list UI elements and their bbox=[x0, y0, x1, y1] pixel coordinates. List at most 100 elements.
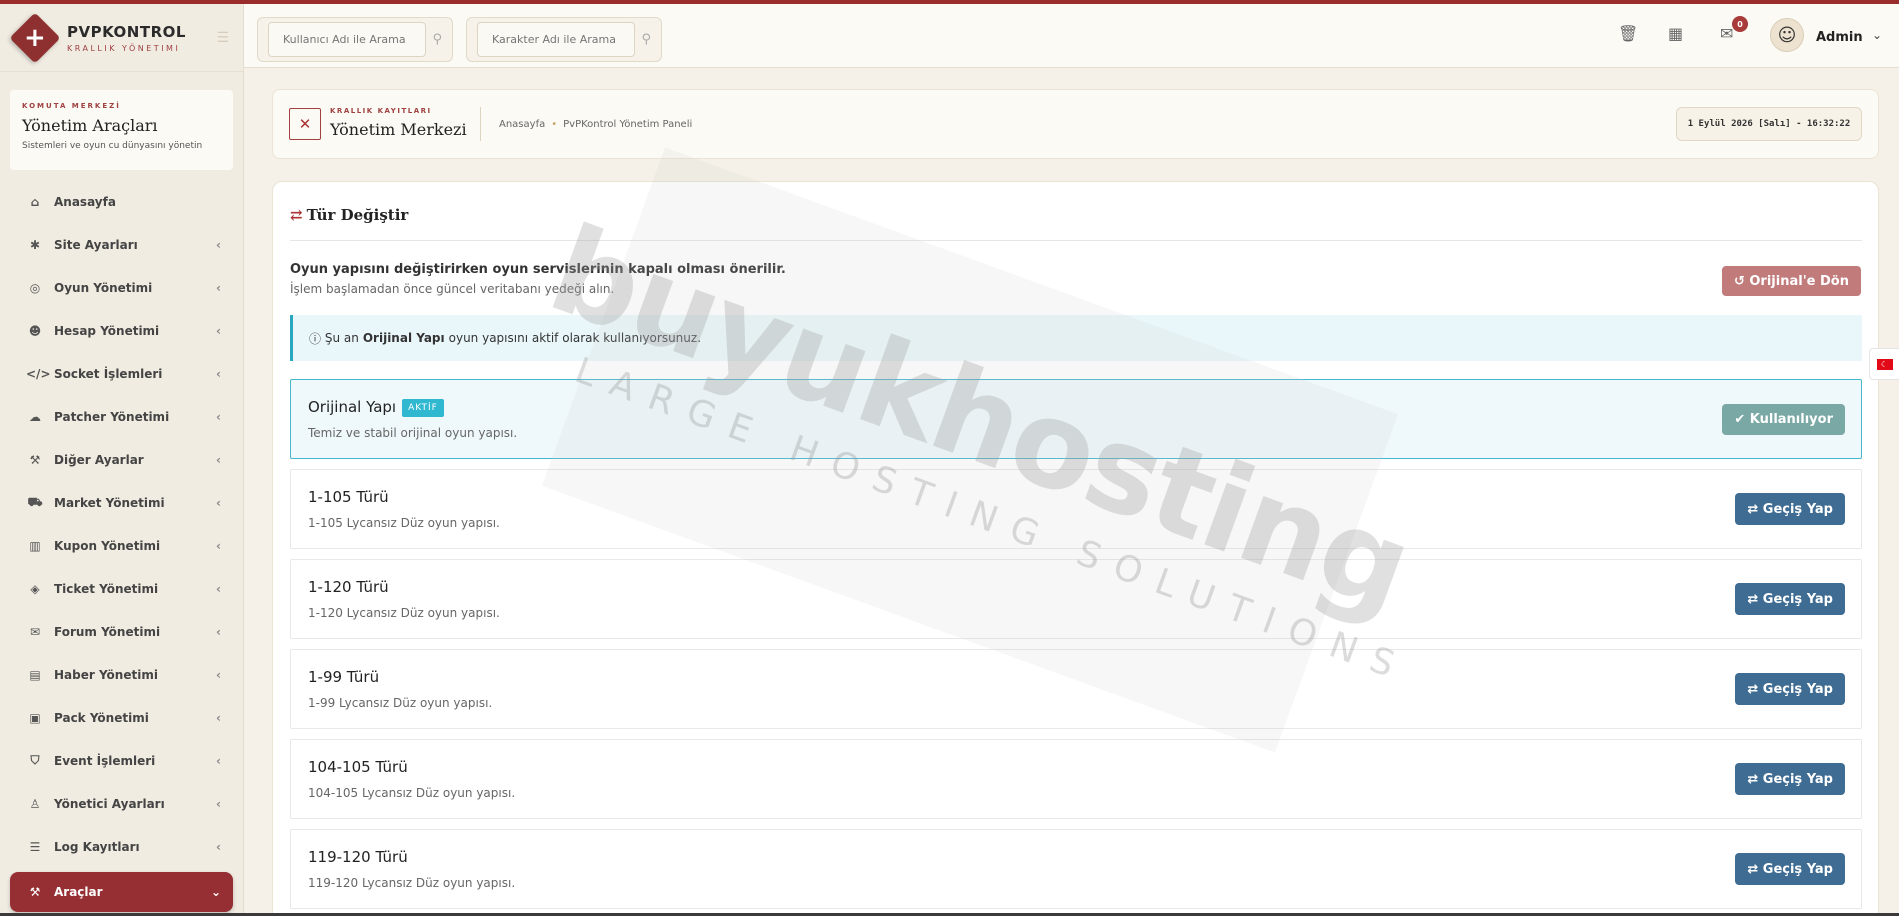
option-description: 119-120 Lycansız Düz oyun yapısı. bbox=[308, 876, 516, 890]
sidebar-item-label: Diğer Ayarlar bbox=[54, 452, 144, 467]
calendar-icon[interactable]: ▦ bbox=[1668, 24, 1683, 43]
sidebar-item-label: Log Kayıtları bbox=[54, 839, 140, 854]
admin-name[interactable]: Admin bbox=[1816, 30, 1863, 45]
switch-button[interactable]: ⇄ Geçiş Yap bbox=[1735, 583, 1845, 615]
type-option: 1-99 Türü 1-99 Lycansız Düz oyun yapısı. ⇄… bbox=[290, 649, 1862, 729]
sidebar-item[interactable]: ▥ Kupon Yönetimi ‹ bbox=[0, 524, 243, 567]
exchange-icon: ⇄ bbox=[1747, 591, 1763, 607]
close-icon[interactable]: ✕ bbox=[289, 108, 321, 140]
gamepad-icon: ◎ bbox=[29, 280, 41, 295]
page-tag: KRALLIK KAYITLARI bbox=[330, 107, 432, 115]
breadcrumb-separator: • bbox=[551, 119, 558, 130]
trash-icon[interactable]: 🗑 bbox=[1618, 24, 1638, 43]
search-icon[interactable]: ⚲ bbox=[432, 32, 442, 47]
sidebar-card-title: Yönetim Araçları bbox=[22, 116, 158, 135]
type-option: 104-105 Türü 104-105 Lycansız Düz oyun ya… bbox=[290, 739, 1862, 819]
option-name: Orijinal Yapı AKTİF bbox=[308, 398, 444, 417]
card-title-text: Tür Değiştir bbox=[306, 206, 409, 224]
sidebar-item[interactable]: ⛉ Event İşlemleri ‹ bbox=[0, 739, 243, 782]
chevron-left-icon: ‹ bbox=[216, 237, 221, 252]
sidebar-item[interactable]: </> Socket İşlemleri ‹ bbox=[0, 352, 243, 395]
menu-toggle-icon[interactable]: ☰ bbox=[216, 30, 229, 46]
user-search-box: ⚲ bbox=[257, 17, 453, 62]
sidebar-item[interactable]: ✱ Site Ayarları ‹ bbox=[0, 223, 243, 266]
chevron-left-icon: ‹ bbox=[216, 323, 221, 338]
search-icon[interactable]: ⚲ bbox=[641, 32, 651, 47]
turkey-flag-icon: ☾ bbox=[1876, 358, 1893, 370]
chevron-down-icon: ⌄ bbox=[210, 885, 221, 899]
option-description: 104-105 Lycansız Düz oyun yapısı. bbox=[308, 786, 516, 800]
brand[interactable]: + PVPKONTROL KRALLIK YÖNETIMI ☰ bbox=[0, 4, 243, 72]
brand-name: PVPKONTROL bbox=[67, 22, 186, 41]
sidebar-card-tag: KOMUTA MERKEZİ bbox=[22, 102, 121, 110]
chevron-left-icon: ‹ bbox=[216, 581, 221, 596]
sidebar-item[interactable]: ♙ Yönetici Ayarları ‹ bbox=[0, 782, 243, 825]
option-description: 1-99 Lycansız Düz oyun yapısı. bbox=[308, 696, 493, 710]
sidebar-item-label: Forum Yönetimi bbox=[54, 624, 161, 639]
pack-icon: ▣ bbox=[29, 710, 41, 725]
sidebar-item[interactable]: ☁ Patcher Yönetimi ‹ bbox=[0, 395, 243, 438]
button-label: Geçiş Yap bbox=[1762, 861, 1833, 877]
button-label: Geçiş Yap bbox=[1762, 591, 1833, 607]
option-name: 1-99 Türü bbox=[308, 668, 379, 686]
chevron-left-icon: ‹ bbox=[216, 366, 221, 381]
character-search-box: ⚲ bbox=[466, 17, 662, 62]
chevron-left-icon: ‹ bbox=[216, 538, 221, 553]
barcode-icon: ▥ bbox=[29, 538, 41, 553]
sidebar-item[interactable]: ⛟ Market Yönetimi ‹ bbox=[0, 481, 243, 524]
sidebar-item[interactable]: ☰ Log Kayıtları ‹ bbox=[0, 825, 243, 868]
wrench-icon: ⚒ bbox=[29, 452, 41, 467]
switch-button[interactable]: ⇄ Geçiş Yap bbox=[1735, 673, 1845, 705]
home-icon: ⌂ bbox=[30, 194, 40, 209]
switch-button[interactable]: ⇄ Geçiş Yap bbox=[1735, 493, 1845, 525]
sidebar-item-active[interactable]: ⚒ Araçlar ⌄ bbox=[10, 872, 233, 912]
sidebar-item-label: Anasayfa bbox=[54, 194, 116, 209]
tools-icon: ⚒ bbox=[29, 885, 41, 899]
warning-subtext: İşlem başlamadan önce güncel veritabanı … bbox=[290, 282, 615, 296]
sidebar-item[interactable]: ✉ Forum Yönetimi ‹ bbox=[0, 610, 243, 653]
sidebar: + PVPKONTROL KRALLIK YÖNETIMI ☰ KOMUTA M… bbox=[0, 4, 244, 913]
switch-button[interactable]: ⇄ Geçiş Yap bbox=[1735, 763, 1845, 795]
exchange-icon: ⇄ bbox=[1747, 501, 1763, 517]
sidebar-card-subtitle: Sistemleri ve oyun cu dünyasını yönetin bbox=[22, 141, 203, 151]
sidebar-item[interactable]: ⌂ Anasayfa bbox=[0, 180, 243, 223]
datetime-display: 1 Eylül 2026 [Salı] - 16:32:22 bbox=[1676, 107, 1862, 141]
switch-button[interactable]: ⇄ Geçiş Yap bbox=[1735, 853, 1845, 885]
avatar[interactable]: ☺ bbox=[1770, 18, 1804, 52]
exchange-icon: ⇄ bbox=[290, 206, 303, 224]
option-name-text: 1-120 Türü bbox=[308, 578, 389, 596]
language-switcher[interactable]: ☾ bbox=[1869, 348, 1899, 380]
chevron-left-icon: ‹ bbox=[216, 495, 221, 510]
sidebar-item[interactable]: ☻ Hesap Yönetimi ‹ bbox=[0, 309, 243, 352]
sidebar-item[interactable]: ▣ Pack Yönetimi ‹ bbox=[0, 696, 243, 739]
newspaper-icon: ▤ bbox=[29, 667, 41, 682]
notification-badge: 0 bbox=[1732, 16, 1748, 32]
in-use-button[interactable]: ✔ Kullanılıyor bbox=[1722, 404, 1845, 435]
option-name-text: 1-99 Türü bbox=[308, 668, 380, 686]
chevron-down-icon[interactable]: ⌄ bbox=[1872, 28, 1882, 42]
chevron-left-icon: ‹ bbox=[216, 280, 221, 295]
chevron-left-icon: ‹ bbox=[216, 624, 221, 639]
code-icon: </> bbox=[26, 366, 51, 381]
gear-icon: ✱ bbox=[29, 237, 41, 252]
cart-icon: ⛟ bbox=[27, 494, 43, 509]
active-badge: AKTİF bbox=[402, 399, 444, 417]
sidebar-item[interactable]: ▤ Haber Yönetimi ‹ bbox=[0, 653, 243, 696]
revert-original-button[interactable]: ↺ Orijinal'e Dön bbox=[1721, 266, 1861, 296]
mail-icon[interactable]: ✉ bbox=[1720, 24, 1733, 43]
sidebar-item[interactable]: ◎ Oyun Yönetimi ‹ bbox=[0, 266, 243, 309]
type-option: 1-105 Türü 1-105 Lycansız Düz oyun yapısı… bbox=[290, 469, 1862, 549]
breadcrumb-home[interactable]: Anasayfa bbox=[499, 119, 545, 130]
option-description: Temiz ve stabil orijinal oyun yapısı. bbox=[308, 426, 518, 440]
character-search-input[interactable] bbox=[477, 22, 635, 57]
chevron-left-icon: ‹ bbox=[216, 839, 221, 854]
sidebar-item[interactable]: ◈ Ticket Yönetimi ‹ bbox=[0, 567, 243, 610]
cloud-upload-icon: ☁ bbox=[29, 409, 41, 424]
breadcrumb: Anasayfa • PvPKontrol Yönetim Paneli bbox=[499, 119, 692, 130]
sidebar-menu: ⌂ Anasayfa ✱ Site Ayarları ‹ ◎ Oyun Yönetimi ‹ ☻… bbox=[0, 180, 243, 912]
sidebar-item-label: Pack Yönetimi bbox=[54, 710, 149, 725]
brand-subtitle: KRALLIK YÖNETIMI bbox=[67, 43, 181, 53]
breadcrumb-current: PvPKontrol Yönetim Paneli bbox=[563, 119, 693, 130]
sidebar-item[interactable]: ⚒ Diğer Ayarlar ‹ bbox=[0, 438, 243, 481]
user-search-input[interactable] bbox=[268, 22, 426, 57]
